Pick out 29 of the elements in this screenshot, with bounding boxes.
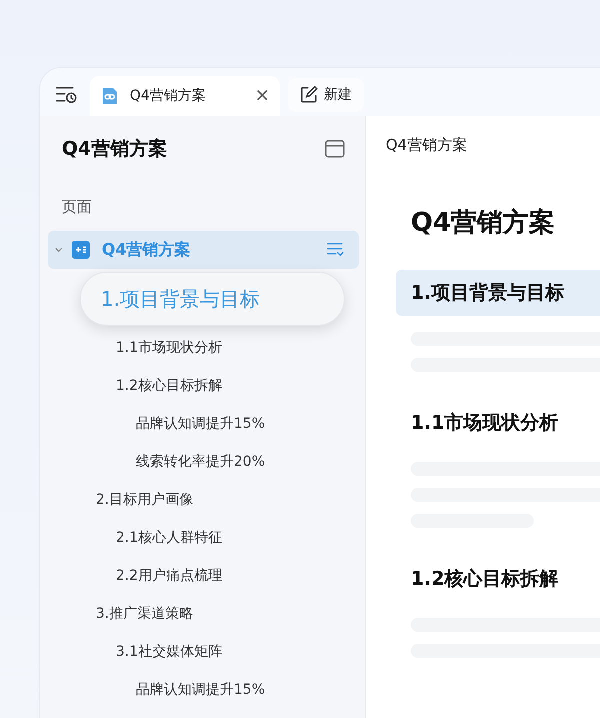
document-tab[interactable]: Q4营销方案 × [90,76,280,116]
outline-item[interactable]: 品牌认知调提升15% [40,405,365,443]
section-heading: 1.1市场现状分析 [410,411,560,436]
linked-document-icon [100,86,120,106]
outline-item[interactable]: 3.推广渠道策略 [40,595,365,633]
outline-list-icon[interactable] [327,242,345,258]
tab-title: Q4营销方案 [130,87,207,105]
outline-document-icon [72,241,90,259]
sidebar-title: Q4营销方案 [62,137,168,162]
outline-item[interactable]: 品牌认知调提升15% [40,671,365,709]
outline-item[interactable]: 3.1社交媒体矩阵 [40,633,365,671]
new-button[interactable]: 新建 [288,78,364,112]
section-label: 页面 [62,198,93,217]
breadcrumb: Q4营销方案 [386,136,468,155]
outline-item[interactable]: 1.1市场现状分析 [40,329,365,367]
section-heading: 1.2核心目标拆解 [410,567,560,592]
outline-item[interactable]: 2.1核心人群特征 [40,519,365,557]
tab-close-button[interactable]: × [254,87,270,105]
edit-icon [300,86,318,104]
sidebar-history-icon[interactable] [56,86,78,104]
outline-item[interactable]: 1.2核心目标拆解 [40,367,365,405]
outline-item[interactable]: 2.2用户痛点梳理 [40,557,365,595]
outline-item[interactable]: 线索转化率提升20% [40,443,365,481]
page-title: Q4营销方案 [102,240,192,260]
chevron-icon[interactable] [54,245,64,255]
document-title: Q4营销方案 [411,207,556,240]
section-heading: 1.项目背景与目标 [396,270,600,316]
outline-item[interactable]: 2.目标用户画像 [40,481,365,519]
panel-icon[interactable] [325,140,345,158]
